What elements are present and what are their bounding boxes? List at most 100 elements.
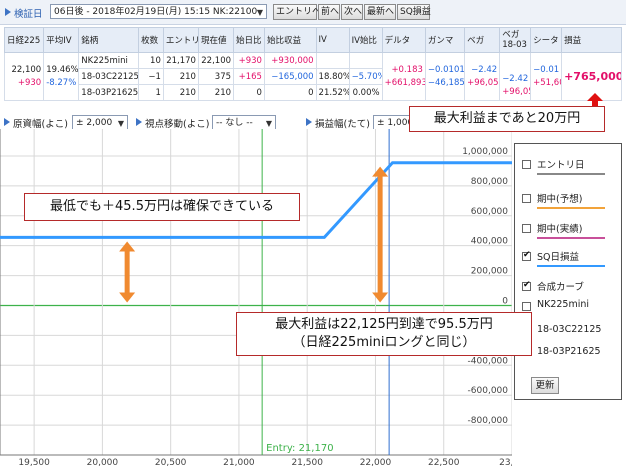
symbol-cell: 18-03P21625 xyxy=(78,84,140,101)
chevron-down-icon: ▼ xyxy=(117,119,124,128)
x-tick-label: 20,500 xyxy=(155,458,187,467)
pnl-width-select[interactable]: ± 1,000 xyxy=(373,115,413,130)
midterm-actual-label: 期中(実績) xyxy=(537,224,583,235)
col-theta: シータ xyxy=(530,27,563,53)
price-width-label: 原資幅(よこ) xyxy=(13,119,68,130)
callout-max-profit-line2: （日経225miniロングと同じ） xyxy=(292,335,476,350)
price-width-select[interactable]: ± 2,000 ▼ xyxy=(72,115,128,130)
x-tick-label: 21,500 xyxy=(291,458,323,467)
sq-pnl-button[interactable]: SQ損益 xyxy=(397,4,431,20)
y-tick-label: -600,000 xyxy=(468,386,509,396)
symbol-cell: 18-03C22125 xyxy=(78,68,140,85)
col-total-pnl: 損益 xyxy=(561,27,622,53)
current-cell: 22,100 xyxy=(197,52,235,69)
col-entry: エントリ xyxy=(162,27,199,53)
iv-cell xyxy=(315,52,350,69)
avg-iv-cell: 19.46% -8.27% xyxy=(43,52,80,101)
current-cell: 210 xyxy=(197,84,235,101)
x-tick-label: 21,000 xyxy=(223,458,255,467)
vega-month-cell: −2.42 +96,058 xyxy=(499,52,532,101)
gamma-cell: −0.0101 −46,185 xyxy=(424,52,466,101)
entry-day-swatch xyxy=(537,173,605,175)
theta-cell: −0.01 +51,600 xyxy=(530,52,563,101)
chart-background xyxy=(0,129,512,467)
iv-change-cell: 0.00% xyxy=(348,84,383,101)
midterm-forecast-label: 期中(予想) xyxy=(537,194,583,205)
midterm-forecast-checkbox[interactable] xyxy=(522,194,531,203)
prev-button[interactable]: 前へ xyxy=(318,4,340,20)
nikkei-change: +930 xyxy=(17,77,42,88)
entry-day-checkbox[interactable] xyxy=(522,160,531,169)
entry-marker-label: Entry: 21,170 xyxy=(266,443,333,454)
pnl-cell: −165,000 xyxy=(263,68,317,85)
chevron-down-icon: ▼ xyxy=(256,8,263,17)
pnl-width-label: 損益幅(たて) xyxy=(315,119,370,130)
entry-cell: 210 xyxy=(162,84,199,101)
nk225mini-checkbox[interactable] xyxy=(522,302,531,311)
vega-amount: +96,058 xyxy=(467,77,499,88)
delta-amount: +661,893 xyxy=(384,77,426,88)
y-tick-label: -400,000 xyxy=(468,356,509,366)
current-cell: 375 xyxy=(197,68,235,85)
sq-day-pnl-swatch xyxy=(537,265,605,267)
callout-max-profit-remaining: 最大利益まであと20万円 xyxy=(409,106,605,132)
to-entry-button[interactable]: エントリへ xyxy=(273,4,321,20)
iv-cell: 21.52% xyxy=(315,84,350,101)
view-shift-select[interactable]: -- なし -- ▼ xyxy=(212,115,276,130)
delta-cell: +0.183 +661,893 xyxy=(381,52,426,101)
verify-date-value: 06日後 - 2018年02月19日(月) 15:15 NK:22100 xyxy=(54,7,258,17)
verify-date-select[interactable]: 06日後 - 2018年02月19日(月) 15:15 NK:22100 ▼ xyxy=(50,4,267,19)
qty-cell: 10 xyxy=(138,52,164,69)
y-tick-label: 400,000 xyxy=(471,237,508,247)
view-shift-value: -- なし -- xyxy=(216,118,253,128)
composite-curve-checkbox[interactable] xyxy=(522,280,531,291)
nk225mini-label: NK225mini xyxy=(537,299,590,310)
col-current: 現在値 xyxy=(197,27,235,53)
x-tick-label: 19,500 xyxy=(18,458,50,467)
y-tick-label: 800,000 xyxy=(471,177,508,187)
avg-iv-value: 19.46% xyxy=(46,64,79,75)
change-cell: +165 xyxy=(233,68,265,85)
pnl-cell: 0 xyxy=(263,84,317,101)
col-change: 始日比 xyxy=(233,27,265,53)
nikkei-value: 22,100 xyxy=(11,64,42,75)
col-pnl: 始比収益 xyxy=(263,27,317,53)
chevron-down-icon: ▼ xyxy=(265,119,272,128)
call-option-label: 18-03C22125 xyxy=(537,324,602,335)
table-header-row: 日経225 平均IV 銘柄 枚数 エントリ 現在値 始日比 始比収益 IV IV… xyxy=(3,27,622,53)
pnl-chart: 1,000,000800,000600,000400,000200,0000-2… xyxy=(0,129,512,467)
col-vega: ベガ xyxy=(464,27,501,53)
gamma-value: −0.0101 xyxy=(427,64,465,75)
latest-button[interactable]: 最新へ xyxy=(364,4,396,20)
theta-amount: +51,600 xyxy=(533,77,560,88)
vega-value: −2.42 xyxy=(471,64,498,75)
col-vega-month: ベガ 18-03 xyxy=(499,27,532,53)
col-gamma: ガンマ xyxy=(424,27,466,53)
callout-max-profit: 最大利益は22,125円到達で95.5万円 （日経225miniロングと同じ） xyxy=(236,312,532,356)
col-nikkei: 日経225 xyxy=(3,27,45,53)
entry-cell: 21,170 xyxy=(162,52,199,69)
delta-value: +0.183 xyxy=(391,64,423,75)
midterm-actual-checkbox[interactable] xyxy=(522,224,531,233)
verify-date-label: 検証日 xyxy=(14,9,43,20)
next-button[interactable]: 次へ xyxy=(341,4,363,20)
sq-day-pnl-checkbox[interactable] xyxy=(522,250,531,261)
col-avg-iv: 平均IV xyxy=(43,27,80,53)
table-row: 22,100 +930 19.46% -8.27% NK225mini 10 2… xyxy=(3,52,622,101)
vega-cell: −2.42 +96,058 xyxy=(464,52,501,101)
col-qty: 枚数 xyxy=(138,27,164,53)
y-tick-label: 200,000 xyxy=(471,267,508,277)
col-vega-month-sub: 18-03 xyxy=(502,40,527,50)
callout-minimum-profit: 最低でも＋45.5万円は確保できている xyxy=(24,193,300,221)
col-iv-change: IV始比 xyxy=(348,27,383,53)
col-delta: デルタ xyxy=(381,27,426,53)
nikkei-cell: 22,100 +930 xyxy=(3,52,45,101)
vega-month-amount: +96,058 xyxy=(502,87,529,97)
symbol-cell: NK225mini xyxy=(78,52,140,69)
gamma-amount: −46,185 xyxy=(427,77,465,88)
entry-cell: 210 xyxy=(162,68,199,85)
x-tick-label: 23,00 xyxy=(499,458,512,467)
vega-month-value: −2.42 xyxy=(502,74,529,84)
update-button[interactable]: 更新 xyxy=(531,377,559,394)
put-option-label: 18-03P21625 xyxy=(537,346,601,357)
